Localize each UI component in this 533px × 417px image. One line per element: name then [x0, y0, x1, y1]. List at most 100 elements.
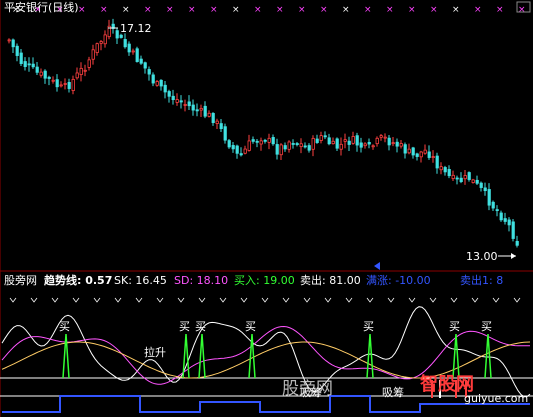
candle-body: [163, 84, 167, 93]
candle-body: [267, 137, 271, 143]
event-marker: ×: [276, 5, 284, 15]
candle-body: [319, 135, 323, 141]
candle-body: [195, 109, 199, 112]
chart-window: × × × × × × × × × × × × × × × × × × × × × × × × 17.12 13.00 平安银行(…: [0, 0, 533, 417]
candle-body: [271, 137, 275, 145]
event-marker: ×: [342, 5, 350, 15]
event-marker: ×: [364, 5, 372, 15]
candle-body: [311, 137, 315, 150]
candle-body: [331, 140, 335, 145]
candle-body: [375, 137, 379, 145]
buy-label: 买: [363, 320, 374, 333]
candle-body: [499, 212, 503, 221]
candle-body: [95, 43, 99, 53]
event-marker: ×: [166, 5, 174, 15]
indicator-name: 股旁网: [4, 274, 37, 287]
candle-body: [503, 218, 507, 222]
candle-body: [427, 151, 431, 158]
candle-body: [71, 78, 75, 91]
tick-marker: [324, 297, 332, 303]
buy-label: 买: [449, 320, 460, 333]
candle-body: [91, 49, 95, 60]
candle-body: [119, 34, 123, 38]
candle-body: [415, 153, 419, 157]
event-marker: ×: [122, 5, 130, 15]
absorb-label: 吸筹: [382, 385, 404, 399]
candle-body: [511, 221, 515, 239]
candle-body: [175, 99, 179, 103]
tick-marker: [261, 297, 269, 303]
candle-body: [67, 82, 71, 89]
candle-body: [219, 123, 223, 130]
candle-body: [399, 143, 403, 147]
candle-body: [463, 175, 467, 180]
price-chart[interactable]: × × × × × × × × × × × × × × × × × × × × × × × ×17.1213.00: [0, 0, 533, 272]
candle-body: [59, 84, 63, 87]
candle-body: [407, 148, 411, 154]
candle-body: [171, 95, 175, 101]
candle-body: [435, 155, 439, 169]
tick-marker: [429, 297, 437, 303]
buy-spike: [62, 333, 70, 379]
candle-body: [123, 39, 127, 48]
candle-body: [203, 105, 207, 117]
candle-body: [215, 120, 219, 124]
candle-body: [343, 139, 347, 142]
tick-marker: [471, 297, 479, 303]
candle-body: [79, 67, 83, 75]
candle-body: [143, 62, 147, 69]
tick-marker: [219, 297, 227, 303]
candle-body: [471, 179, 475, 183]
candle-body: [11, 39, 15, 48]
candle-body: [251, 139, 255, 142]
low-price-label: 13.00: [466, 250, 498, 263]
candle-body: [27, 63, 31, 66]
buy-label: 买: [179, 320, 190, 333]
candle-body: [391, 142, 395, 145]
candle-body: [55, 79, 59, 88]
event-marker: ×: [452, 5, 460, 15]
candle-body: [23, 61, 27, 67]
candle-body: [395, 141, 399, 147]
candle-body: [383, 136, 387, 139]
indicator-value: 卖出: 81.00: [300, 274, 361, 287]
candle-body: [211, 112, 215, 123]
event-marker: ×: [298, 5, 306, 15]
chart-title: 平安银行(日线): [4, 1, 79, 14]
candle-body: [351, 136, 355, 144]
candle-body: [35, 66, 39, 73]
candle-body: [127, 43, 131, 53]
tick-marker: [513, 297, 521, 303]
candle-body: [147, 69, 151, 75]
candle-body: [255, 140, 259, 143]
candle-body: [227, 140, 231, 148]
candle-body: [295, 143, 299, 145]
candle-body: [359, 142, 363, 148]
tick-marker: [450, 297, 458, 303]
candle-body: [363, 143, 367, 147]
candle-body: [275, 144, 279, 155]
candle-body: [495, 209, 499, 212]
tick-marker: [51, 297, 59, 303]
candle-body: [239, 153, 243, 156]
indicator-bar: 股旁网 趋势线: 0.57 SK: 16.45 SD: 18.10 买入: 19.00 卖…: [0, 274, 533, 288]
indicator-value: 买入: 19.00: [234, 274, 295, 287]
tick-marker: [492, 297, 500, 303]
tick-marker: [9, 297, 17, 303]
tick-marker: [93, 297, 101, 303]
candle-body: [447, 169, 451, 177]
candle-body: [287, 141, 291, 150]
candle-body: [347, 140, 351, 145]
candle-body: [459, 177, 463, 183]
event-marker: ×: [320, 5, 328, 15]
tick-marker: [156, 297, 164, 303]
candle-body: [479, 182, 483, 188]
candle-body: [183, 104, 187, 106]
watermark-url: guiyue.com: [464, 392, 529, 405]
tick-marker: [114, 297, 122, 303]
candle-body: [379, 135, 383, 138]
rise-label: 拉升: [144, 345, 166, 359]
candle-body: [179, 100, 183, 103]
tick-marker: [135, 297, 143, 303]
tick-marker: [240, 297, 248, 303]
